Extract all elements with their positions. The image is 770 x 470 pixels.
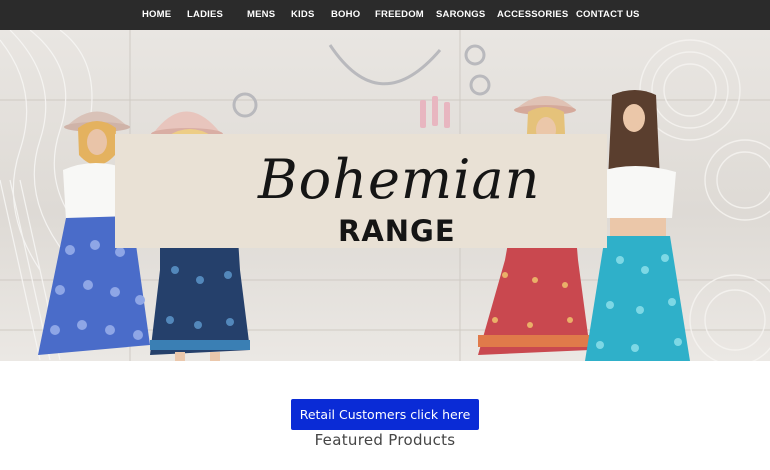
nav-accessories[interactable]: ACCESSORIES bbox=[497, 0, 568, 30]
nav-sarongs[interactable]: SARONGS bbox=[436, 0, 485, 30]
hero-script-title: Bohemian bbox=[258, 148, 541, 211]
nav-kids[interactable]: KIDS bbox=[291, 0, 315, 30]
nav-home[interactable]: HOME bbox=[142, 0, 171, 30]
nav-freedom[interactable]: FREEDOM bbox=[375, 0, 424, 30]
retail-customers-button[interactable]: Retail Customers click here bbox=[291, 399, 479, 430]
nav-mens[interactable]: MENS bbox=[247, 0, 275, 30]
featured-products-heading: Featured Products bbox=[314, 431, 456, 449]
hero-banner[interactable]: Bohemian RANGE bbox=[0, 30, 770, 361]
hero-range-title: RANGE bbox=[338, 214, 456, 248]
nav-contact-us[interactable]: CONTACT US bbox=[576, 0, 640, 30]
nav-ladies[interactable]: LADIES bbox=[187, 0, 223, 30]
top-navigation: HOME LADIES MENS KIDS BOHO FREEDOM SARON… bbox=[0, 0, 770, 30]
nav-boho[interactable]: BOHO bbox=[331, 0, 360, 30]
